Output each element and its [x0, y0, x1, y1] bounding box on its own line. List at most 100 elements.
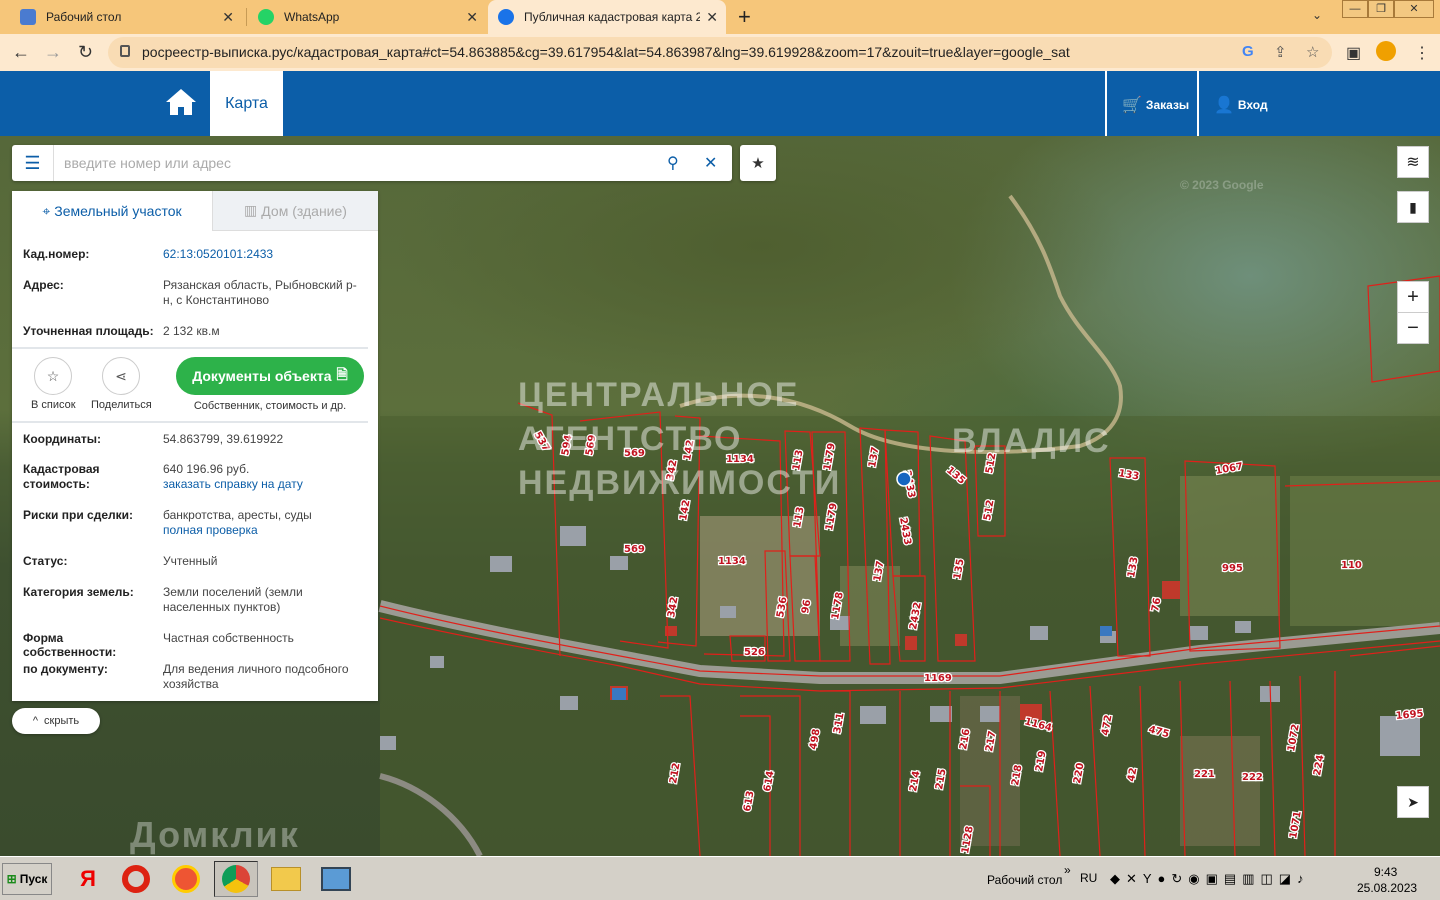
watermark-text: ЦЕНТРАЛЬНОЕ — [518, 376, 800, 414]
browser-alt-icon[interactable] — [164, 861, 208, 897]
start-button[interactable]: ⊞ Пуск — [2, 863, 52, 895]
svg-text:569: 569 — [624, 544, 645, 555]
svg-text:110: 110 — [1341, 560, 1362, 571]
chevron-up-icon: ^ — [32, 715, 39, 727]
google-translate-icon[interactable]: G — [1242, 43, 1254, 60]
browser-menu-icon[interactable]: ⋮ — [1414, 43, 1430, 63]
login-button[interactable]: 👤 Вход — [1214, 95, 1268, 115]
favorites-star-button[interactable]: ★ — [740, 145, 776, 181]
whatsapp-icon — [258, 9, 274, 25]
field-label: Риски при сделки: — [23, 508, 134, 522]
sidebar-panel-icon[interactable]: ▣ — [1346, 43, 1361, 63]
svg-text:1169: 1169 — [924, 673, 952, 684]
field-value: 2 132 кв.м — [163, 324, 220, 338]
back-arrow-icon[interactable]: ← — [12, 42, 30, 63]
close-window-button[interactable]: ✕ — [1394, 0, 1434, 18]
svg-text:995: 995 — [1222, 563, 1243, 574]
url-text[interactable]: росреестр-выписка.рус/кадастровая_карта#… — [142, 44, 1070, 60]
windows-taskbar: ⊞ Пуск Я Рабочий стол » RU ◆✕Y●↻◉▣▤▥◫◪♪ … — [0, 856, 1440, 900]
field-label: Кадастровая стоимость: — [23, 462, 100, 491]
cadastral-tab-icon — [498, 9, 514, 25]
tab-house[interactable]: ▥ Дом (здание) — [212, 191, 378, 231]
documents-label: Документы объекта — [192, 368, 332, 384]
search-icon[interactable]: ⚲ — [667, 153, 679, 173]
map-copyright: © 2023 Google — [1180, 178, 1264, 192]
tab-search-chevron-icon[interactable]: ⌄ — [1312, 8, 1322, 22]
field-value: Частная собственность — [163, 631, 294, 645]
field-value: 640 196.96 руб. заказать справку на дату — [163, 462, 363, 492]
header-divider — [1197, 71, 1199, 136]
watermark-text: Домклик — [130, 814, 300, 855]
ruler-icon[interactable]: ▮ — [1397, 191, 1429, 223]
documents-button[interactable]: Документы объекта 🗎 — [176, 357, 364, 395]
tab-land-plot[interactable]: ⌖ Земельный участок — [12, 191, 212, 231]
chrome-icon[interactable] — [214, 861, 258, 897]
close-tab-icon[interactable]: ✕ — [222, 9, 234, 26]
reload-icon[interactable]: ↻ — [78, 42, 93, 63]
cadastral-number-link[interactable]: 62:13:0520101:2433 — [163, 247, 363, 262]
bookmark-star-icon[interactable]: ☆ — [1306, 43, 1319, 61]
tab-desktop[interactable]: Рабочий стол ✕ — [10, 0, 242, 34]
order-certificate-link[interactable]: заказать справку на дату — [163, 477, 303, 491]
share-button[interactable]: ⋖ — [102, 357, 140, 395]
layers-icon[interactable]: ≋ — [1397, 146, 1429, 178]
start-label: Пуск — [19, 872, 48, 886]
menu-icon[interactable]: ☰ — [12, 145, 54, 181]
hide-panel-button[interactable]: ^ скрыть — [12, 708, 100, 734]
restore-window-button[interactable]: ❐ — [1368, 0, 1394, 18]
object-info-panel: ⌖ Земельный участок ▥ Дом (здание) Кад.н… — [12, 191, 378, 701]
add-to-list-button[interactable]: ☆ — [34, 357, 72, 395]
search-bar: ☰ ⚲ ✕ — [12, 145, 732, 181]
locate-arrow-icon[interactable]: ➤ — [1397, 786, 1429, 818]
search-input[interactable] — [64, 153, 644, 173]
field-value: Учтенный — [163, 554, 218, 568]
zoom-out-button[interactable]: − — [1397, 312, 1429, 344]
picture-viewer-icon[interactable] — [314, 861, 358, 897]
forward-arrow-icon[interactable]: → — [44, 42, 62, 63]
opera-icon[interactable] — [114, 861, 158, 897]
zoom-in-button[interactable]: + — [1397, 281, 1429, 313]
tab-whatsapp[interactable]: WhatsApp ✕ — [248, 0, 486, 34]
clock-date[interactable]: 25.08.2023 — [1357, 881, 1417, 895]
browser-tab-strip: Рабочий стол ✕ WhatsApp ✕ Публичная када… — [0, 0, 1440, 34]
tab-label: WhatsApp — [284, 10, 340, 24]
svg-text:222: 222 — [1242, 772, 1263, 783]
profile-avatar[interactable] — [1376, 41, 1396, 61]
field-value: Для ведения личного подсобного хозяйства — [163, 662, 349, 691]
share-icon: ⋖ — [115, 367, 127, 384]
desktop-toolbar-label[interactable]: Рабочий стол — [987, 873, 1062, 887]
minimize-window-button[interactable]: — — [1342, 0, 1368, 18]
divider — [12, 347, 368, 349]
tab-label: Дом (здание) — [261, 202, 347, 219]
field-label: Форма собственности: — [23, 631, 117, 659]
clock-time[interactable]: 9:43 — [1374, 865, 1397, 879]
windows-logo-icon: ⊞ — [6, 872, 17, 886]
location-pin-icon: ⌖ — [42, 202, 51, 219]
toolbar-expand-icon[interactable]: » — [1064, 863, 1071, 877]
orders-button[interactable]: 🛒 Заказы — [1122, 95, 1189, 115]
svg-text:221: 221 — [1194, 769, 1215, 780]
clear-icon[interactable]: ✕ — [704, 153, 717, 173]
watermark-text: НЕДВИЖИМОСТИ — [518, 464, 842, 502]
close-tab-icon[interactable]: ✕ — [706, 9, 718, 26]
language-indicator[interactable]: RU — [1080, 871, 1097, 885]
address-bar[interactable]: росреестр-выписка.рус/кадастровая_карта#… — [108, 37, 1332, 68]
header-divider — [1105, 71, 1107, 136]
close-tab-icon[interactable]: ✕ — [466, 9, 478, 26]
watermark-text: АГЕНТСТВО — [518, 420, 743, 458]
add-to-list-label: В список — [31, 399, 76, 411]
home-icon[interactable] — [164, 87, 198, 117]
nav-map[interactable]: Карта — [210, 71, 283, 136]
full-check-link[interactable]: полная проверка — [163, 523, 258, 537]
field-value: Рязанская область, Рыбновский р-н, с Кон… — [163, 278, 357, 307]
lock-icon — [120, 45, 130, 57]
tab-cadastral-map[interactable]: Публичная кадастровая карта 202 ✕ — [488, 0, 726, 34]
system-tray-icons[interactable]: ◆✕Y●↻◉▣▤▥◫◪♪ — [1110, 871, 1310, 887]
share-page-icon[interactable]: ⇪ — [1274, 43, 1287, 61]
file-manager-icon[interactable] — [264, 861, 308, 897]
field-label: Уточненная площадь: — [23, 324, 154, 338]
watermark-text: ВЛАДИС — [952, 422, 1111, 460]
yandex-browser-icon[interactable]: Я — [66, 861, 110, 897]
new-tab-button[interactable]: + — [738, 4, 751, 30]
field-value: 54.863799, 39.619922 — [163, 432, 284, 446]
